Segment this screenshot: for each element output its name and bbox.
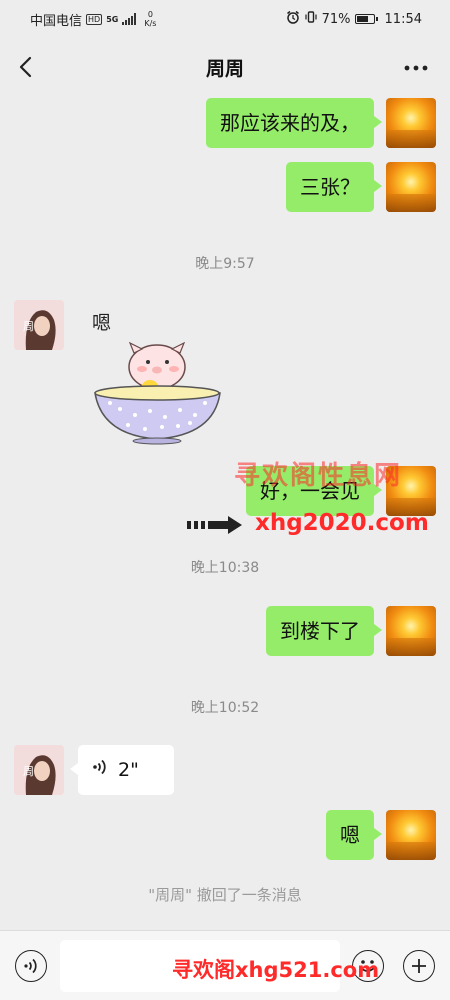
signal-icon: [122, 13, 137, 25]
status-left: 中国电信 HD 5G 0 K/s: [30, 10, 156, 29]
outgoing-message-bubble[interactable]: 到楼下了: [266, 606, 382, 656]
chat-header: 周周: [0, 38, 450, 96]
message-row: 到楼下了: [266, 606, 436, 656]
watermark-text: 寻欢阁xhg521.com: [172, 958, 380, 982]
plus-icon[interactable]: [403, 950, 435, 982]
chat-screen: 中国电信 HD 5G 0 K/s 71% 11:54 周周 那应该来的及， 三张…: [0, 0, 450, 1000]
timestamp: 晚上10:52: [190, 700, 260, 716]
contact-avatar[interactable]: 周: [14, 745, 64, 795]
voice-duration: 2": [118, 759, 139, 781]
battery-icon: [354, 14, 378, 24]
voice-input-icon[interactable]: [15, 950, 47, 982]
message-text: 三张？: [300, 175, 360, 199]
hd-badge: HD: [86, 13, 103, 25]
chevron-left-icon[interactable]: [12, 52, 40, 82]
alarm-icon: [286, 10, 300, 28]
net-speed-value: 0: [147, 10, 153, 19]
contact-avatar[interactable]: 周: [14, 300, 64, 350]
more-dots-icon[interactable]: [402, 58, 430, 78]
pig-in-bowl-sticker[interactable]: [90, 335, 225, 445]
status-bar: 中国电信 HD 5G 0 K/s 71% 11:54: [0, 0, 450, 38]
timestamp: 晚上10:38: [190, 560, 260, 576]
vibrate-icon: [304, 10, 318, 28]
self-avatar[interactable]: [386, 162, 436, 212]
net-speed: 0 K/s: [144, 10, 156, 28]
outgoing-message-bubble[interactable]: 那应该来的及，: [206, 98, 382, 148]
message-text: 那应该来的及，: [220, 111, 360, 135]
outgoing-message-bubble[interactable]: 嗯: [326, 810, 382, 860]
carrier-name: 中国电信: [30, 13, 83, 29]
recall-notice: "周周" 撤回了一条消息: [148, 886, 302, 904]
message-row: 周: [14, 300, 64, 350]
net-speed-unit: K/s: [144, 19, 157, 28]
sticker-caption: 嗯: [92, 312, 112, 334]
message-row: 周 2": [14, 745, 174, 795]
outgoing-message-bubble[interactable]: 三张？: [286, 162, 382, 212]
watermark-text: xhg2020.com: [255, 510, 429, 536]
battery-percent: 71%: [321, 11, 351, 27]
status-right: 71% 11:54: [286, 10, 422, 28]
timestamp: 晚上9:57: [195, 256, 255, 272]
message-text: 嗯: [340, 823, 360, 847]
clock-time: 11:54: [384, 11, 422, 27]
message-row: 那应该来的及，: [206, 98, 436, 148]
voice-message-bubble[interactable]: 2": [70, 745, 174, 795]
watermark-text: 寻欢阁性息网: [234, 461, 403, 491]
message-row: 三张？: [286, 162, 436, 212]
chat-title: 周周: [205, 57, 244, 80]
message-text: 到楼下了: [280, 619, 360, 643]
avatar-label: 周: [23, 320, 34, 333]
self-avatar[interactable]: [386, 810, 436, 860]
battery-fill: [356, 16, 368, 22]
self-avatar[interactable]: [386, 98, 436, 148]
message-row: 嗯: [326, 810, 436, 860]
watermark-arrow-icon: [185, 514, 245, 536]
voice-wave-icon: [92, 756, 108, 784]
network-type: 5G: [106, 14, 119, 24]
avatar-label: 周: [23, 765, 34, 778]
self-avatar[interactable]: [386, 606, 436, 656]
